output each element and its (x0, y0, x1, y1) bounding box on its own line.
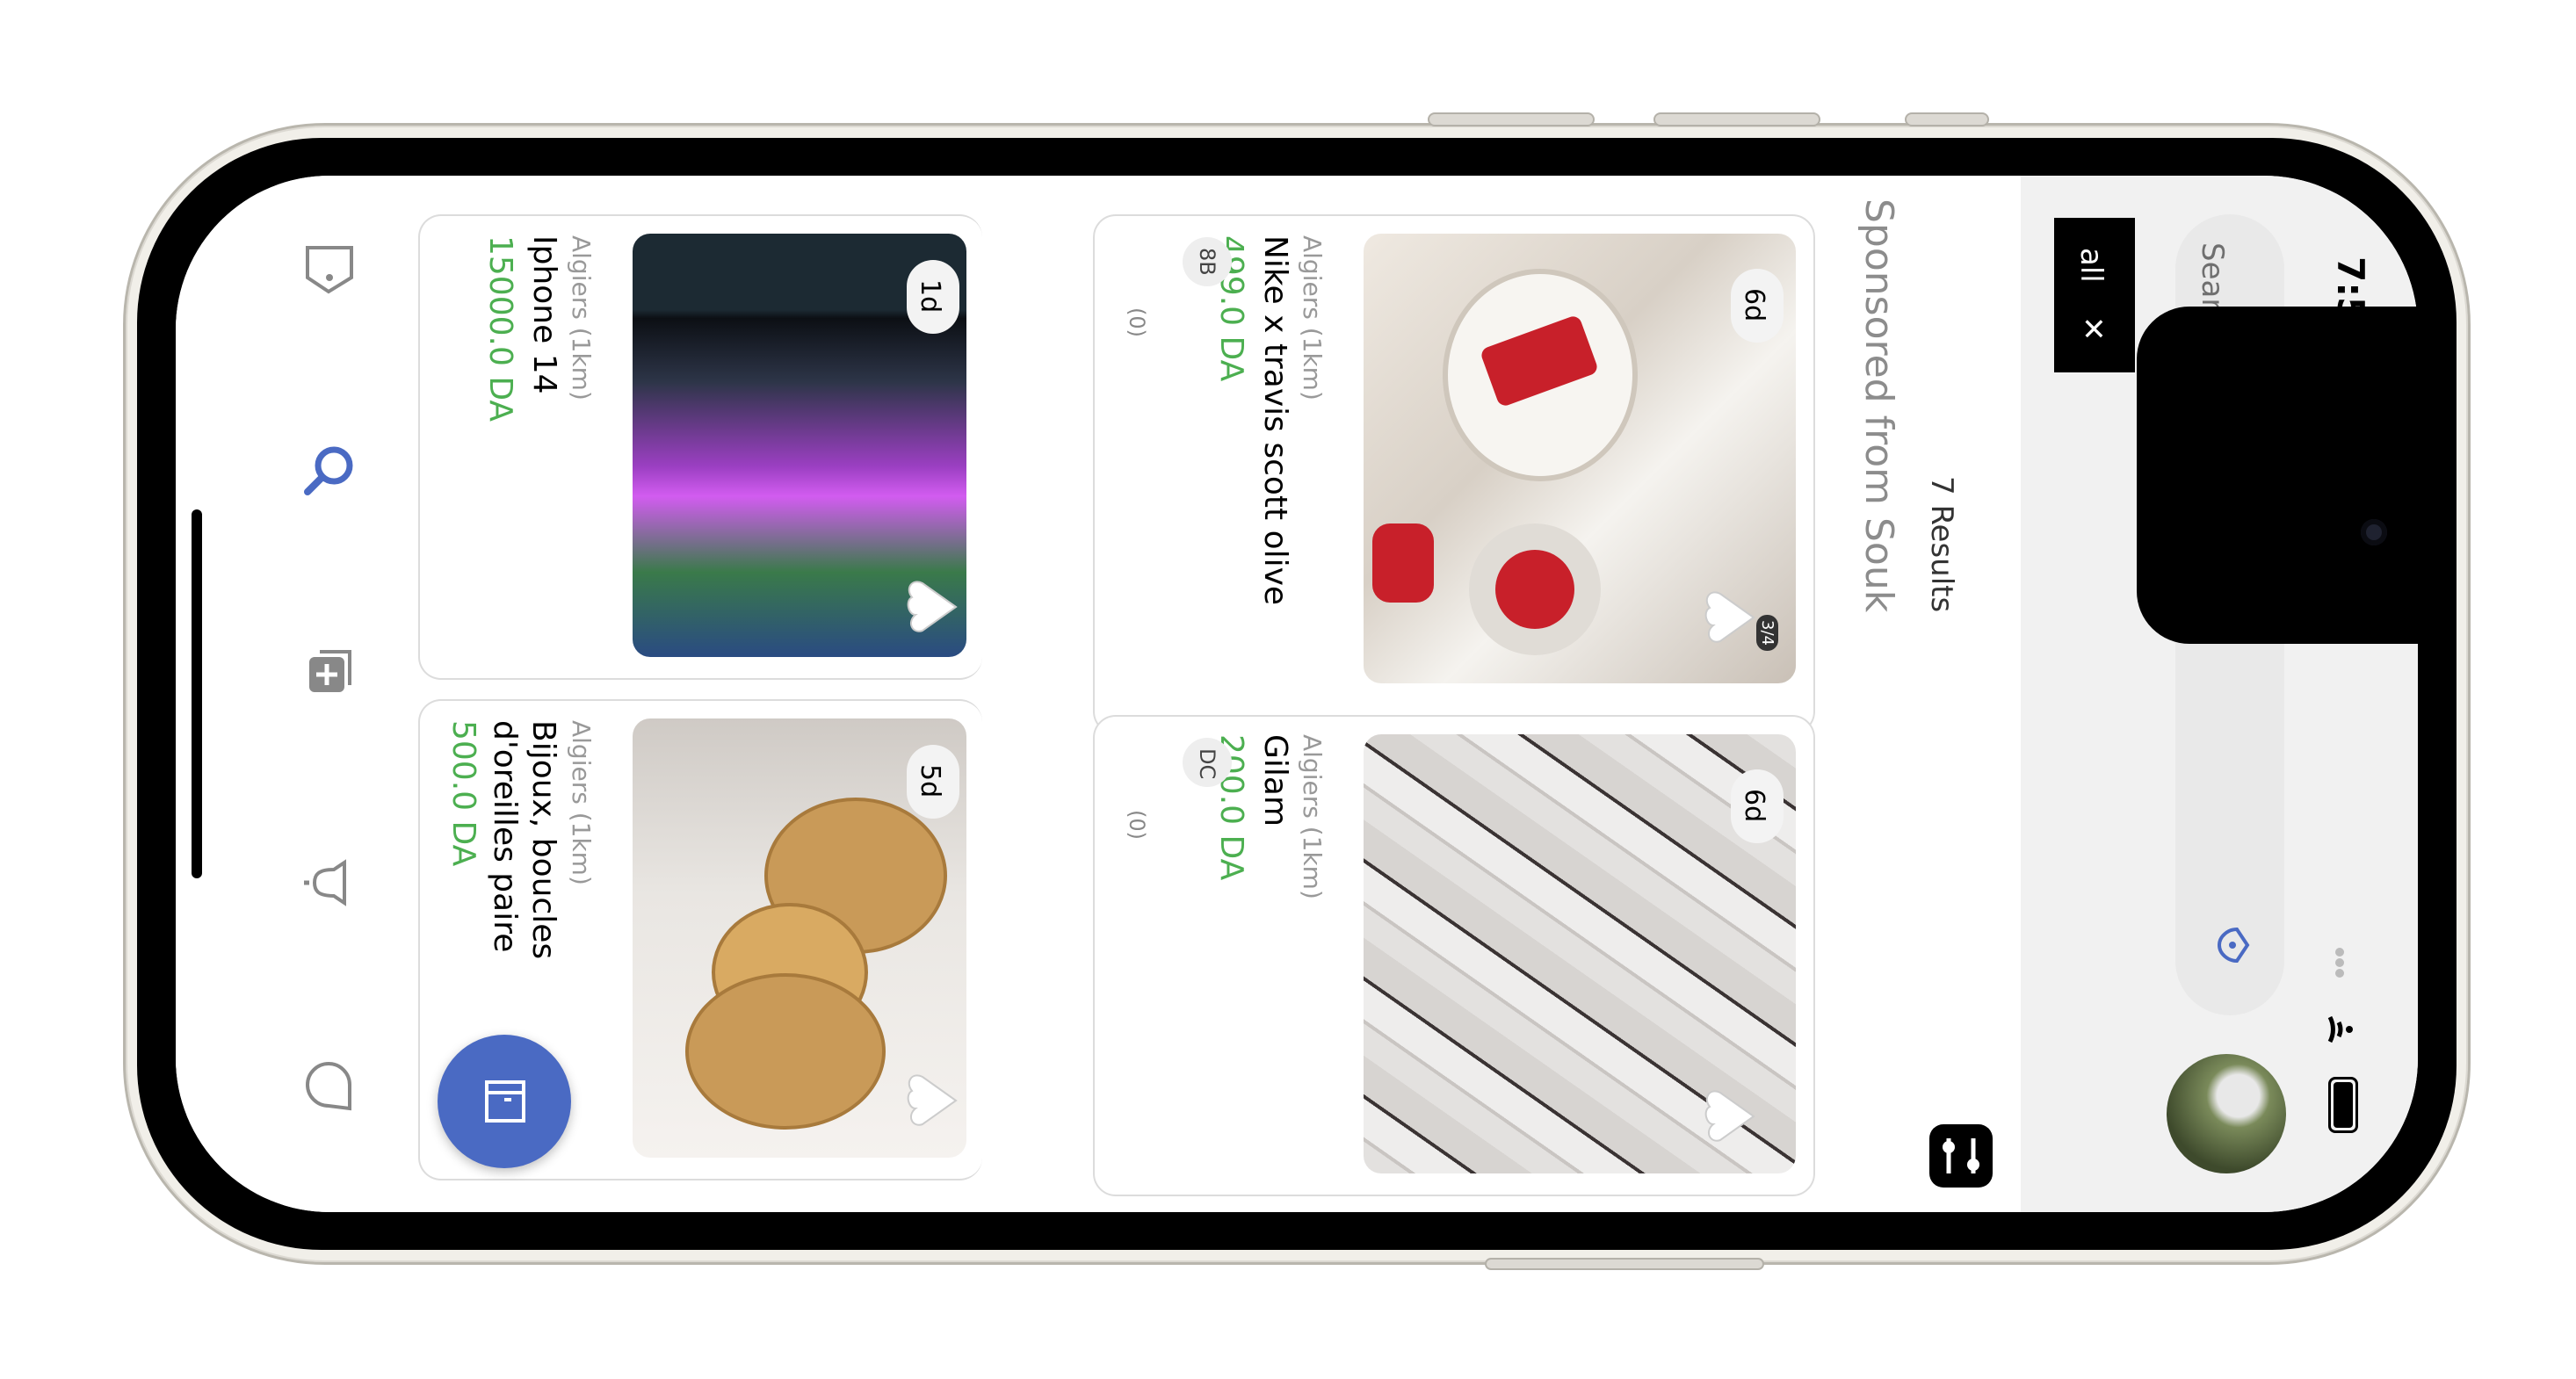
close-icon[interactable]: ✕ (2075, 316, 2110, 342)
listing-location: Algiers (1km) (1298, 235, 1327, 401)
fab-button[interactable] (438, 1035, 571, 1168)
nav-chat[interactable] (299, 1054, 360, 1115)
nav-search[interactable] (299, 439, 360, 501)
filter-chip-label: all (2073, 248, 2109, 283)
seller-initials: 8B (1195, 248, 1219, 276)
heart-icon[interactable] (1701, 1086, 1762, 1147)
results-count: 7 Results (1924, 476, 1959, 613)
wifi-icon (2325, 1012, 2360, 1047)
seller-rating: (0) (1125, 810, 1149, 840)
listing-price: 15000.0 DA (482, 235, 518, 422)
listing-age: 6d (1739, 789, 1769, 823)
seller-rating: (0) (1125, 307, 1149, 337)
power-button (1485, 1258, 1764, 1270)
add-icon (309, 650, 351, 692)
search-icon (304, 446, 353, 495)
listing-location: Algiers (1km) (567, 235, 596, 401)
listing-location: Algiers (1km) (1298, 734, 1327, 899)
listing-title: Iphone 14 (526, 235, 562, 394)
location-pin-icon[interactable] (2211, 924, 2253, 966)
listing-title: Nike x travis scott olive (1257, 235, 1293, 606)
filter-settings-button[interactable] (1929, 1124, 1993, 1188)
battery-icon (2328, 1077, 2358, 1133)
home-indicator (192, 509, 202, 878)
bell-icon (304, 859, 346, 906)
camera (2361, 519, 2387, 545)
bottom-nav (176, 176, 418, 1212)
volume-button (1653, 112, 1820, 126)
store-icon (485, 1080, 525, 1123)
image-counter: 3/4 (1756, 615, 1778, 651)
heart-icon[interactable] (903, 1070, 965, 1131)
listing-age: 1d (915, 279, 945, 314)
listing-price: 500.0 DA (445, 720, 481, 867)
listing-age: 6d (1739, 288, 1769, 322)
notch (2137, 307, 2428, 644)
filter-chip-all[interactable] (2054, 218, 2135, 372)
listing-title: Bijoux, boucles d'oreilles paire (487, 720, 561, 960)
avatar[interactable] (2167, 1054, 2286, 1173)
volume-button (1428, 112, 1595, 126)
listing-title: Gilam (1257, 734, 1293, 827)
chat-icon (306, 1062, 351, 1111)
sliders-icon (1943, 1138, 1979, 1173)
nav-add[interactable] (299, 643, 360, 704)
nav-notifications[interactable] (299, 852, 360, 913)
listing-location: Algiers (1km) (567, 720, 596, 885)
heart-icon[interactable] (1701, 587, 1762, 648)
listing-age: 5d (915, 764, 945, 798)
signal-icon (2334, 947, 2346, 986)
seller-initials: DC (1195, 748, 1219, 780)
screen: Search in Sidi M'hamed all ✕ 7 Results S… (176, 176, 2418, 1212)
mute-switch (1905, 112, 1989, 126)
tag-icon (306, 246, 353, 294)
nav-tag[interactable] (299, 237, 360, 299)
heart-icon[interactable] (903, 576, 965, 638)
section-title: Sponsored from Souk (1856, 199, 1901, 613)
